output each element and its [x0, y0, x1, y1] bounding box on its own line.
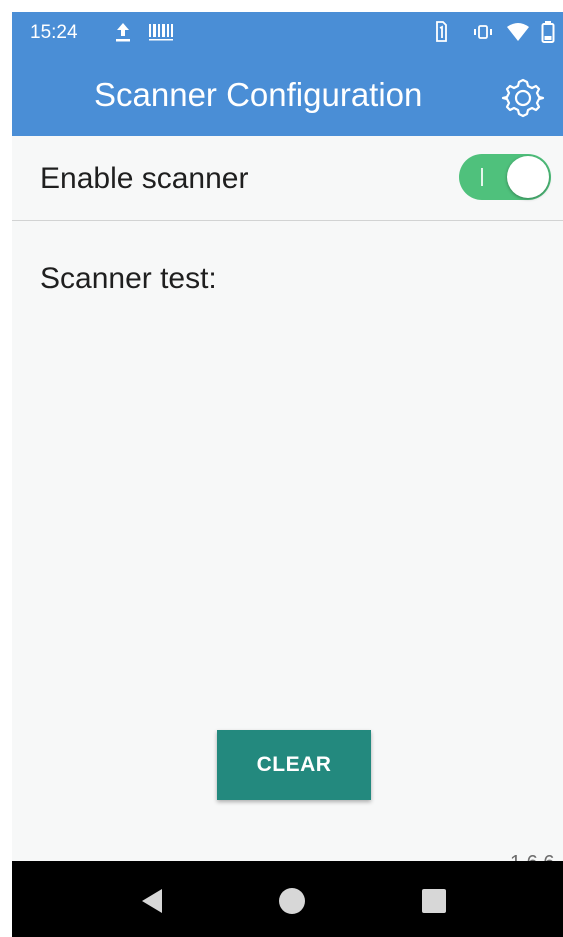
status-time: 15:24 [30, 22, 78, 43]
clear-button[interactable]: CLEAR [217, 730, 371, 800]
upload-icon [116, 23, 130, 42]
back-icon[interactable] [136, 885, 168, 917]
toggle-thumb [507, 156, 549, 198]
battery-icon [541, 21, 555, 43]
toggle-on-indicator [481, 168, 483, 186]
enable-scanner-toggle[interactable] [459, 154, 551, 200]
sim-icon [436, 21, 447, 42]
vibrate-icon [474, 25, 492, 39]
status-bar: 15:24 [12, 12, 563, 54]
navigation-bar [12, 861, 563, 937]
app-screen: 15:24 Scanner Configuration Enable scann… [12, 12, 563, 937]
home-icon[interactable] [277, 886, 307, 916]
barcode-icon [149, 24, 173, 41]
scanner-test-label: Scanner test: [40, 262, 217, 295]
app-header: 15:24 Scanner Configuration [12, 12, 563, 136]
wifi-icon [507, 23, 529, 41]
gear-icon [501, 78, 545, 118]
recents-icon[interactable] [421, 888, 447, 914]
settings-button[interactable] [499, 74, 547, 122]
page-title: Scanner Configuration [94, 76, 423, 113]
enable-scanner-row: Enable scanner [12, 136, 563, 221]
enable-scanner-label: Enable scanner [40, 162, 249, 195]
